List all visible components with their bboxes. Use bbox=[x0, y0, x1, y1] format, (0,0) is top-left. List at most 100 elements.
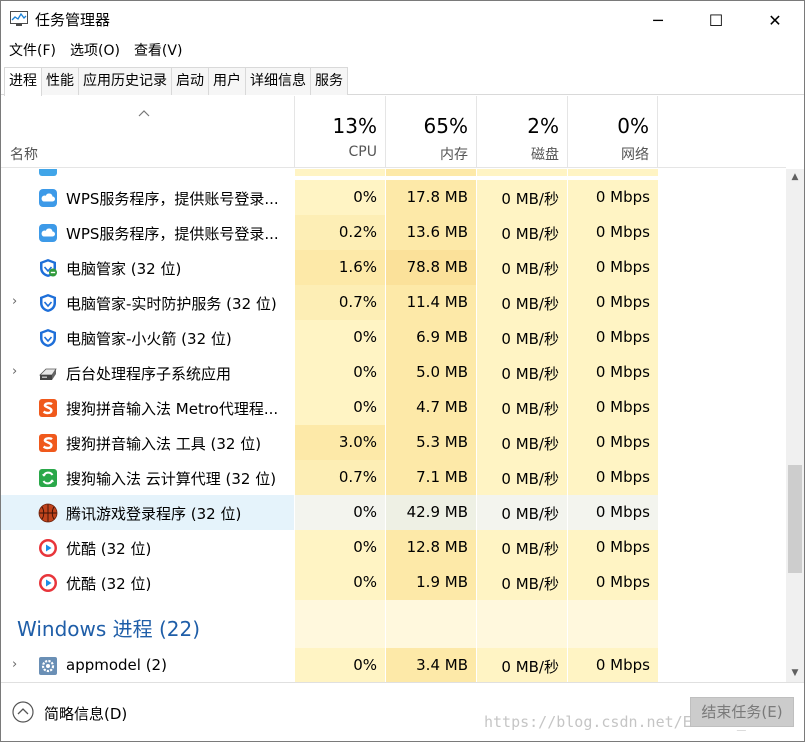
cpu-total: 13% bbox=[332, 114, 377, 138]
process-name: WPS服务程序，提供账号登录... bbox=[66, 225, 279, 243]
network-cell: 0 Mbps bbox=[567, 215, 658, 250]
network-cell-value: 0 Mbps bbox=[595, 328, 650, 346]
memory-cell-value: 13.6 MB bbox=[406, 223, 468, 241]
disk-cell-value: 0 MB/秒 bbox=[501, 505, 559, 523]
table-row[interactable]: 优酷 (32 位) 0% 12.8 MB 0 MB/秒 0 Mbps bbox=[1, 530, 786, 565]
scroll-down-icon[interactable]: ▼ bbox=[786, 665, 804, 682]
process-name: 搜狗拼音输入法 工具 (32 位) bbox=[66, 435, 262, 453]
tab-app-history[interactable]: 应用历史记录 bbox=[78, 67, 172, 95]
scroll-up-icon[interactable]: ▲ bbox=[786, 169, 804, 186]
table-row[interactable]: 搜狗输入法 云计算代理 (32 位) 0.7% 7.1 MB 0 MB/秒 0 Mbps bbox=[1, 460, 786, 495]
scroll-thumb[interactable] bbox=[788, 465, 802, 573]
network-cell: 0 Mbps bbox=[567, 530, 658, 565]
memory-total: 65% bbox=[423, 114, 468, 138]
process-name: 搜狗拼音输入法 Metro代理程... bbox=[66, 400, 279, 418]
process-name-cell: › appmodel (2) bbox=[1, 648, 294, 682]
table-row[interactable]: › 电脑管家-实时防护服务 (32 位) 0.7% 11.4 MB 0 MB/秒 0 Mb… bbox=[1, 285, 786, 320]
cpu-cell-value: 0% bbox=[353, 188, 377, 206]
table-row[interactable] bbox=[1, 169, 786, 176]
chevron-right-icon[interactable]: › bbox=[12, 294, 24, 310]
cpu-cell-value: 0.7% bbox=[338, 293, 377, 311]
youku-icon bbox=[38, 573, 58, 593]
tab-details[interactable]: 详细信息 bbox=[245, 67, 311, 95]
fewer-details-link[interactable]: 简略信息(D) bbox=[44, 703, 127, 724]
cpu-cell-value: 0% bbox=[353, 363, 377, 381]
disk-cell-value: 0 MB/秒 bbox=[501, 540, 559, 558]
cloud-icon bbox=[39, 169, 57, 176]
cpu-cell-value: 0% bbox=[353, 538, 377, 556]
table-row[interactable]: › 后台处理程序子系统应用 0% 5.0 MB 0 MB/秒 0 Mbps bbox=[1, 355, 786, 390]
menu-view[interactable]: 查看(V) bbox=[126, 40, 189, 64]
menu-options[interactable]: 选项(O) bbox=[62, 40, 126, 64]
process-name: 优酷 (32 位) bbox=[66, 575, 152, 593]
memory-cell-value: 12.8 MB bbox=[406, 538, 468, 556]
column-cpu-header[interactable]: 13% CPU bbox=[294, 96, 385, 167]
group-title: Windows 进程 (22) bbox=[17, 617, 201, 641]
disk-cell: 0 MB/秒 bbox=[476, 530, 567, 565]
chevron-right-icon[interactable]: › bbox=[12, 364, 24, 380]
cpu-cell: 0% bbox=[294, 565, 385, 600]
sort-ascending-icon bbox=[138, 110, 150, 117]
memory-cell: 4.7 MB bbox=[385, 390, 476, 425]
column-memory-header[interactable]: 65% 内存 bbox=[385, 96, 476, 167]
tab-startup[interactable]: 启动 bbox=[171, 67, 209, 95]
network-cell: 0 Mbps bbox=[567, 425, 658, 460]
column-header: 名称 13% CPU 65% 内存 2% 磁盘 0% 网络 bbox=[1, 96, 786, 168]
table-row[interactable]: 搜狗拼音输入法 工具 (32 位) 3.0% 5.3 MB 0 MB/秒 0 Mbps bbox=[1, 425, 786, 460]
end-task-button[interactable]: 结束任务(E) bbox=[690, 697, 794, 727]
cpu-cell-value: 0% bbox=[353, 398, 377, 416]
cpu-cell bbox=[294, 169, 385, 176]
memory-label: 内存 bbox=[440, 147, 468, 163]
table-row[interactable]: 电脑管家-小火箭 (32 位) 0% 6.9 MB 0 MB/秒 0 Mbps bbox=[1, 320, 786, 355]
shield-icon bbox=[38, 293, 58, 313]
network-cell: 0 Mbps bbox=[567, 565, 658, 600]
process-name: 电脑管家 (32 位) bbox=[66, 260, 182, 278]
process-name-cell: 电脑管家 (32 位) bbox=[1, 250, 294, 285]
cpu-cell: 0.7% bbox=[294, 460, 385, 495]
chevron-up-circle-icon[interactable] bbox=[12, 701, 34, 723]
network-cell-value: 0 Mbps bbox=[595, 223, 650, 241]
network-cell bbox=[567, 600, 658, 648]
maximize-button[interactable]: ☐ bbox=[687, 1, 745, 39]
table-row[interactable]: 电脑管家 (32 位) 1.6% 78.8 MB 0 MB/秒 0 Mbps bbox=[1, 250, 786, 285]
column-name-header[interactable]: 名称 bbox=[10, 144, 38, 164]
minimize-button[interactable]: ─ bbox=[629, 1, 687, 39]
disk-cell: 0 MB/秒 bbox=[476, 390, 567, 425]
network-cell: 0 Mbps bbox=[567, 320, 658, 355]
network-cell-value: 0 Mbps bbox=[595, 293, 650, 311]
tab-processes[interactable]: 进程 bbox=[4, 67, 42, 96]
table-row[interactable]: › appmodel (2) 0% 3.4 MB 0 MB/秒 0 Mbps bbox=[1, 648, 786, 682]
table-row[interactable]: WPS服务程序，提供账号登录... 0% 17.8 MB 0 MB/秒 0 Mbps bbox=[1, 180, 786, 215]
chevron-right-icon[interactable]: › bbox=[12, 657, 24, 673]
network-total: 0% bbox=[617, 114, 649, 138]
process-name: WPS服务程序，提供账号登录... bbox=[66, 190, 279, 208]
cpu-cell: 0.7% bbox=[294, 285, 385, 320]
vertical-scrollbar[interactable]: ▲ ▼ bbox=[786, 169, 804, 682]
disk-cell-value: 0 MB/秒 bbox=[501, 400, 559, 418]
memory-cell-value: 4.7 MB bbox=[416, 398, 468, 416]
table-row[interactable]: 腾讯游戏登录程序 (32 位) 0% 42.9 MB 0 MB/秒 0 Mbps bbox=[1, 495, 786, 530]
cpu-label: CPU bbox=[348, 144, 377, 160]
close-button[interactable]: ✕ bbox=[746, 1, 804, 39]
cpu-cell: 0% bbox=[294, 648, 385, 682]
network-cell-value: 0 Mbps bbox=[595, 503, 650, 521]
tab-performance[interactable]: 性能 bbox=[41, 67, 79, 95]
network-cell-value: 0 Mbps bbox=[595, 433, 650, 451]
tab-services[interactable]: 服务 bbox=[310, 67, 348, 95]
process-name: 电脑管家-实时防护服务 (32 位) bbox=[66, 295, 277, 313]
process-name-cell: › 后台处理程序子系统应用 bbox=[1, 355, 294, 390]
disk-cell: 0 MB/秒 bbox=[476, 495, 567, 530]
table-row[interactable]: 优酷 (32 位) 0% 1.9 MB 0 MB/秒 0 Mbps bbox=[1, 565, 786, 600]
column-network-header[interactable]: 0% 网络 bbox=[567, 96, 658, 167]
column-disk-header[interactable]: 2% 磁盘 bbox=[476, 96, 567, 167]
table-row[interactable]: 搜狗拼音输入法 Metro代理程... 0% 4.7 MB 0 MB/秒 0 Mbps bbox=[1, 390, 786, 425]
network-cell-value: 0 Mbps bbox=[595, 573, 650, 591]
cpu-cell-value: 1.6% bbox=[338, 258, 377, 276]
table-row[interactable]: WPS服务程序，提供账号登录... 0.2% 13.6 MB 0 MB/秒 0 Mbps bbox=[1, 215, 786, 250]
disk-cell: 0 MB/秒 bbox=[476, 215, 567, 250]
memory-cell: 5.0 MB bbox=[385, 355, 476, 390]
disk-cell-value: 0 MB/秒 bbox=[501, 330, 559, 348]
tab-users[interactable]: 用户 bbox=[208, 67, 246, 95]
window-title: 任务管理器 bbox=[35, 11, 111, 29]
menu-file[interactable]: 文件(F) bbox=[1, 40, 62, 64]
